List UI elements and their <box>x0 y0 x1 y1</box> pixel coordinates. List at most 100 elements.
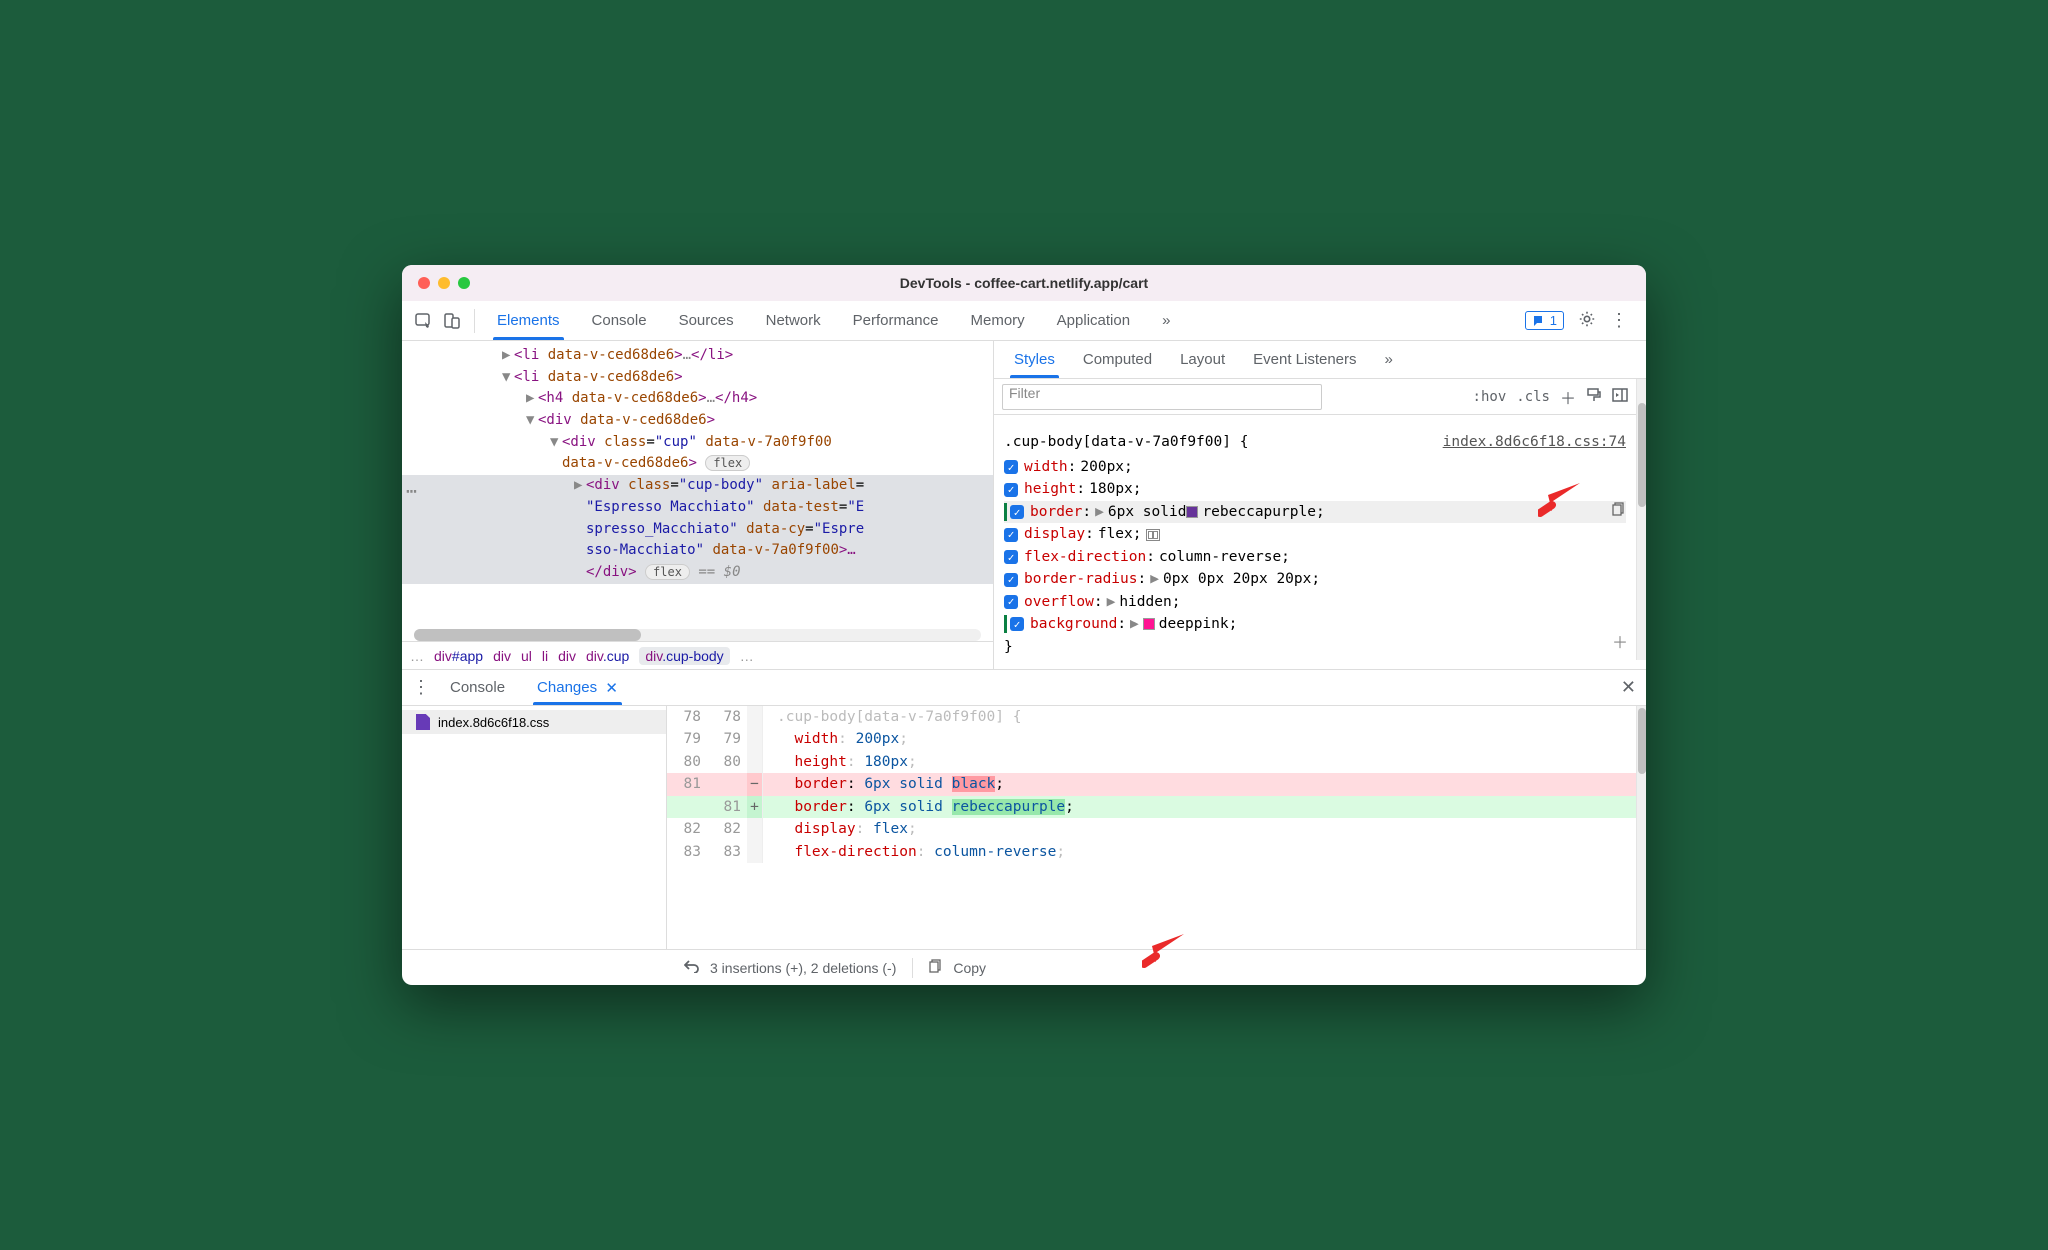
tab-layout[interactable]: Layout <box>1166 341 1239 378</box>
cls-toggle[interactable]: .cls <box>1516 389 1550 405</box>
device-toggle-icon[interactable] <box>440 309 464 333</box>
copy-icon[interactable] <box>929 959 943 976</box>
kebab-menu-icon[interactable]: ⋮ <box>1610 310 1628 331</box>
prop-checkbox[interactable] <box>1004 460 1018 474</box>
tab-memory[interactable]: Memory <box>959 301 1037 340</box>
prop-checkbox[interactable] <box>1010 617 1024 631</box>
add-property-icon[interactable]: ＋ <box>1612 631 1628 656</box>
tab-computed[interactable]: Computed <box>1069 341 1166 378</box>
changes-file-list: index.8d6c6f18.css <box>402 706 667 949</box>
drawer-kebab-icon[interactable]: ⋮ <box>412 677 430 698</box>
dom-tree-pane: ▶<li data-v-ced68de6>…</li> ▼<li data-v-… <box>402 341 994 669</box>
copy-button[interactable]: Copy <box>953 960 986 976</box>
changed-file-item[interactable]: index.8d6c6f18.css <box>402 710 666 734</box>
issues-count: 1 <box>1550 313 1557 328</box>
vertical-scrollbar[interactable] <box>1636 379 1646 660</box>
drawer-close-icon[interactable]: ✕ <box>1621 677 1636 698</box>
source-link[interactable]: index.8d6c6f18.css:74 <box>1443 431 1626 453</box>
expand-icon[interactable]: ▶ <box>1095 501 1104 523</box>
tab-event-listeners[interactable]: Event Listeners <box>1239 341 1370 378</box>
dom-node-cont[interactable]: sso-Macchiato" data-v-7a0f9f00>… <box>402 540 993 562</box>
color-swatch-icon[interactable] <box>1186 506 1198 518</box>
more-tabs-icon[interactable]: » <box>1371 341 1407 378</box>
styles-filter-input[interactable]: Filter <box>1002 384 1322 410</box>
toggle-sidebar-icon[interactable] <box>1612 387 1628 407</box>
titlebar: DevTools - coffee-cart.netlify.app/cart <box>402 265 1646 301</box>
inspect-element-icon[interactable] <box>412 309 436 333</box>
prop-checkbox[interactable] <box>1004 483 1018 497</box>
tab-performance[interactable]: Performance <box>841 301 951 340</box>
crumb-active[interactable]: div.cup-body <box>639 647 729 665</box>
new-style-rule-icon[interactable]: ＋ <box>1560 385 1576 409</box>
crumb[interactable]: ul <box>521 648 532 664</box>
crumb[interactable]: div.cup <box>586 648 629 664</box>
css-prop[interactable]: border:▶6px solid rebeccapurple; <box>1004 501 1626 523</box>
styles-rules[interactable]: .cup-body[data-v-7a0f9f00] { index.8d6c6… <box>994 415 1636 660</box>
settings-gear-icon[interactable] <box>1578 310 1596 331</box>
file-name: index.8d6c6f18.css <box>438 715 549 730</box>
devtools-window: DevTools - coffee-cart.netlify.app/cart … <box>402 265 1646 985</box>
css-prop[interactable]: border-radius:▶0px 0px 20px 20px; <box>1004 568 1626 590</box>
flex-badge[interactable]: flex <box>645 564 690 580</box>
crumb[interactable]: div <box>493 648 511 664</box>
css-prop[interactable]: height:180px; <box>1004 478 1626 500</box>
dom-node-cont[interactable]: spresso_Macchiato" data-cy="Espre <box>402 519 993 541</box>
tab-elements[interactable]: Elements <box>485 301 572 340</box>
diff-view[interactable]: 7878.cup-body[data-v-7a0f9f00] { 7979 wi… <box>667 706 1636 949</box>
tab-drawer-changes[interactable]: Changes ✕ <box>525 670 630 705</box>
dom-node-cont[interactable]: "Espresso Macchiato" data-test="E <box>402 497 993 519</box>
css-selector-row[interactable]: .cup-body[data-v-7a0f9f00] { index.8d6c6… <box>1004 429 1626 455</box>
breadcrumb: … div#app div ul li div div.cup div.cup-… <box>402 641 993 669</box>
hov-toggle[interactable]: :hov <box>1473 389 1507 405</box>
prop-checkbox[interactable] <box>1010 505 1024 519</box>
dom-node[interactable]: ▼<div class="cup" data-v-7a0f9f00 <box>402 432 993 454</box>
crumb[interactable]: div#app <box>434 648 483 664</box>
breadcrumb-overflow-icon[interactable]: … <box>410 648 424 664</box>
css-prop[interactable]: overflow:▶hidden; <box>1004 591 1626 613</box>
css-prop[interactable]: display:flex; <box>1004 523 1626 545</box>
more-tabs-icon[interactable]: » <box>1150 301 1182 340</box>
dom-node[interactable]: ▶<li data-v-ced68de6>…</li> <box>402 345 993 367</box>
tab-console[interactable]: Console <box>580 301 659 340</box>
crumb[interactable]: li <box>542 648 548 664</box>
divider <box>474 309 475 333</box>
css-prop[interactable]: width:200px; <box>1004 456 1626 478</box>
paint-icon[interactable] <box>1586 387 1602 407</box>
flex-badge[interactable]: flex <box>705 455 750 471</box>
css-prop[interactable]: background:▶deeppink; <box>1004 613 1626 635</box>
copy-icon[interactable] <box>1612 501 1626 523</box>
prop-checkbox[interactable] <box>1004 595 1018 609</box>
css-file-icon <box>416 714 430 730</box>
horizontal-scrollbar[interactable] <box>414 629 981 641</box>
tab-styles[interactable]: Styles <box>1000 341 1069 378</box>
dom-node[interactable]: ▼<li data-v-ced68de6> <box>402 367 993 389</box>
prop-checkbox[interactable] <box>1004 528 1018 542</box>
css-prop[interactable]: flex-direction:column-reverse; <box>1004 546 1626 568</box>
changed-marker <box>1004 615 1007 633</box>
dom-tree[interactable]: ▶<li data-v-ced68de6>…</li> ▼<li data-v-… <box>402 341 993 625</box>
tab-application[interactable]: Application <box>1045 301 1142 340</box>
dom-node-cont[interactable]: data-v-ced68de6> flex <box>402 453 993 475</box>
dom-node[interactable]: ▼<div data-v-ced68de6> <box>402 410 993 432</box>
color-swatch-icon[interactable] <box>1143 618 1155 630</box>
tab-network[interactable]: Network <box>754 301 833 340</box>
breadcrumb-overflow-icon[interactable]: … <box>740 648 754 664</box>
dom-node[interactable]: ▶<h4 data-v-ced68de6>…</h4> <box>402 388 993 410</box>
expand-icon[interactable]: ▶ <box>1107 591 1116 613</box>
diff-line-deleted: 81− border: 6px solid black; <box>667 773 1636 795</box>
crumb[interactable]: div <box>558 648 576 664</box>
prop-checkbox[interactable] <box>1004 550 1018 564</box>
revert-icon[interactable] <box>684 959 700 976</box>
tab-sources[interactable]: Sources <box>667 301 746 340</box>
dom-node-selected[interactable]: ▶<div class="cup-body" aria-label= <box>402 475 993 497</box>
flex-editor-icon[interactable] <box>1146 529 1160 541</box>
expand-icon[interactable]: ▶ <box>1150 568 1159 590</box>
expand-icon[interactable]: ▶ <box>1130 613 1139 635</box>
dom-node-close[interactable]: </div> flex == $0 <box>402 562 993 584</box>
tab-drawer-console[interactable]: Console <box>438 670 517 705</box>
changed-marker <box>1004 503 1007 521</box>
vertical-scrollbar[interactable] <box>1636 706 1646 949</box>
main-tabs: Elements Console Sources Network Perform… <box>485 301 1521 340</box>
issues-badge[interactable]: 1 <box>1525 311 1564 330</box>
prop-checkbox[interactable] <box>1004 573 1018 587</box>
